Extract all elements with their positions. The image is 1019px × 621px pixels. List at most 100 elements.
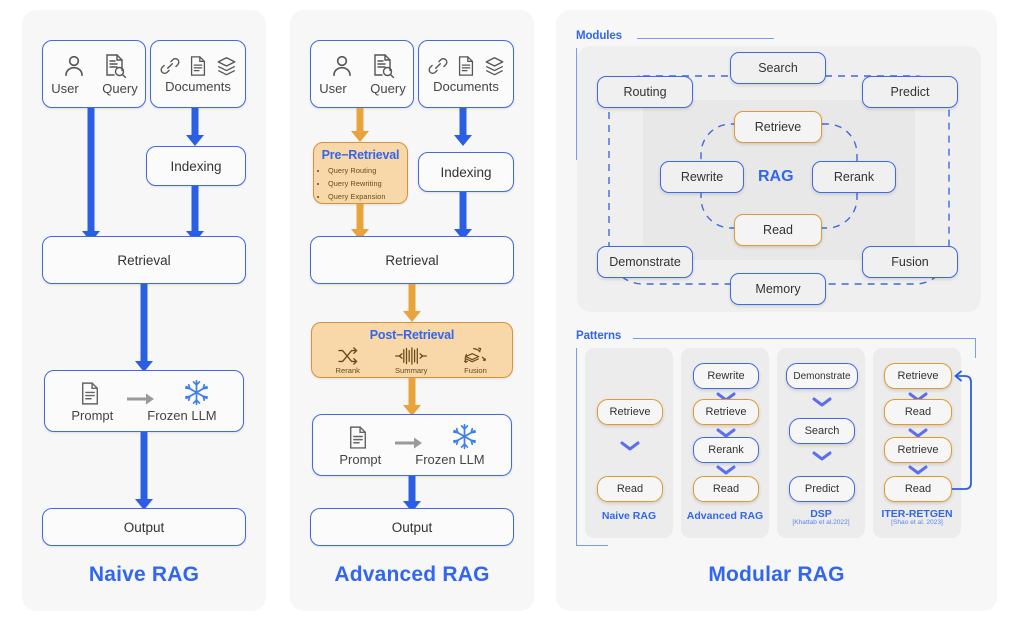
node-output[interactable]: Output	[42, 508, 246, 546]
label-prompt: Prompt	[71, 408, 114, 423]
label-rerank: Rerank	[335, 366, 360, 375]
pattern-step-read[interactable]: Read	[884, 476, 952, 502]
user-icon	[61, 53, 87, 79]
label-indexing: Indexing	[440, 164, 492, 180]
pattern-step-rewrite[interactable]: Rewrite	[693, 363, 759, 389]
label-step: Retrieve	[897, 370, 939, 382]
pattern-citation-dsp: [Khattab et al.2022]	[792, 519, 850, 526]
node-retrieval-adv[interactable]: Retrieval	[310, 236, 514, 284]
node-user-query-adv[interactable]: User Query	[310, 40, 414, 108]
pattern-step-demonstrate[interactable]: Demonstrate	[786, 363, 858, 389]
pattern-step-read[interactable]: Read	[884, 399, 952, 425]
pattern-step-retrieve[interactable]: Retrieve	[693, 399, 759, 425]
patterns-header-line	[633, 338, 975, 340]
node-indexing[interactable]: Indexing	[146, 146, 246, 186]
node-prompt-frozen-llm-adv[interactable]: Prompt Frozen LLM	[312, 414, 512, 476]
module-search[interactable]: Search	[730, 52, 826, 84]
snowflake-icon	[451, 423, 478, 450]
label-rerank: Rerank	[833, 170, 875, 184]
patterns-bracket-bottom	[576, 545, 608, 547]
pattern-step-search[interactable]: Search	[789, 418, 855, 444]
label-user: User	[319, 80, 347, 96]
chevron-down-icon	[811, 396, 833, 408]
label-step: Read	[904, 483, 932, 495]
panel-title-modular-rag: Modular RAG	[708, 563, 845, 586]
module-predict[interactable]: Predict	[862, 76, 958, 108]
module-read[interactable]: Read	[734, 214, 822, 246]
pattern-step-rerank[interactable]: Rerank	[693, 437, 759, 463]
module-routing[interactable]: Routing	[597, 76, 693, 108]
arrow-indexing-to-retrieval	[180, 186, 210, 242]
documents-label-row-adv: Documents	[433, 79, 499, 94]
pattern-caption-advanced: Advanced RAG	[686, 510, 764, 522]
module-rerank[interactable]: Rerank	[812, 161, 896, 193]
node-documents[interactable]: Documents	[150, 40, 246, 108]
pre-retrieval-item: Query Expansion	[328, 191, 407, 204]
node-prompt-frozen-llm[interactable]: Prompt Frozen LLM	[44, 370, 244, 432]
node-output-adv[interactable]: Output	[310, 508, 514, 546]
label-frozen-llm: Frozen LLM	[147, 408, 217, 423]
pattern-step-read[interactable]: Read	[693, 476, 759, 502]
iter-retgen-loop-arrow	[952, 370, 972, 490]
document-icon	[456, 55, 476, 77]
label-retrieval: Retrieval	[385, 252, 439, 268]
box-pre-retrieval[interactable]: Pre−Retrieval Query Routing Query Rewrit…	[313, 142, 408, 204]
arrow-documents-to-indexing-adv	[448, 108, 478, 146]
pattern-citation-iter-retgen: [Shao et al. 2023]	[891, 519, 943, 526]
node-documents-adv[interactable]: Documents	[418, 40, 514, 108]
label-rewrite: Rewrite	[680, 170, 724, 184]
pre-retrieval-item: Query Routing	[328, 165, 407, 178]
documents-icons	[159, 55, 238, 77]
label-step: Demonstrate	[793, 370, 851, 382]
link-icon	[427, 55, 449, 77]
compress-icon	[395, 347, 428, 365]
documents-icons-adv	[427, 55, 506, 77]
pattern-step-retrieve[interactable]: Retrieve	[597, 399, 663, 425]
query-document-search-icon	[103, 53, 127, 79]
label-read: Read	[763, 223, 793, 237]
module-fusion[interactable]: Fusion	[862, 246, 958, 278]
label-step: Retrieve	[897, 444, 939, 456]
label-retrieval: Retrieval	[117, 252, 171, 268]
arrow-query-to-retrieval	[76, 108, 106, 242]
label-retrieve: Retrieve	[754, 120, 802, 134]
label-prompt: Prompt	[339, 452, 382, 467]
label-step: Retrieve	[609, 406, 651, 418]
arrow-pre-retrieval-to-retrieval	[345, 204, 375, 240]
label-search: Search	[758, 61, 798, 75]
user-query-icons-adv	[329, 53, 395, 79]
label-step: Read	[616, 483, 644, 495]
section-label-patterns: Patterns	[576, 330, 622, 342]
node-retrieval[interactable]: Retrieval	[42, 236, 246, 284]
module-retrieve[interactable]: Retrieve	[734, 111, 822, 143]
label-user: User	[51, 80, 79, 96]
user-query-labels-adv: User Query	[316, 81, 408, 96]
pattern-step-retrieve[interactable]: Retrieve	[884, 363, 952, 389]
pattern-step-predict[interactable]: Predict	[789, 476, 855, 502]
chevron-down-icon	[619, 440, 641, 452]
pre-retrieval-title: Pre−Retrieval	[321, 148, 400, 162]
post-retrieval-items: Rerank Summary Fusion	[312, 346, 512, 375]
label-step: Read	[712, 483, 740, 495]
pattern-step-read[interactable]: Read	[597, 476, 663, 502]
label-documents: Documents	[433, 78, 499, 94]
module-demonstrate[interactable]: Demonstrate	[597, 246, 693, 278]
box-post-retrieval[interactable]: Post−Retrieval Rerank Summary Fusion	[311, 322, 513, 378]
layers-icon	[215, 55, 238, 77]
node-user-query[interactable]: User Query	[42, 40, 146, 108]
patterns-bracket-left	[576, 348, 578, 546]
pattern-step-retrieve[interactable]: Retrieve	[884, 437, 952, 463]
pre-retrieval-item: Query Rewriting	[328, 178, 407, 191]
panel-title-advanced-rag: Advanced RAG	[334, 563, 490, 586]
modules-header-line	[637, 38, 774, 40]
arrow-indexing-to-retrieval-adv	[448, 192, 478, 240]
label-step: Retrieve	[705, 406, 747, 418]
node-indexing-adv[interactable]: Indexing	[418, 152, 514, 192]
layers-icon	[483, 55, 506, 77]
label-predict: Predict	[890, 85, 930, 99]
module-rewrite[interactable]: Rewrite	[660, 161, 744, 193]
module-memory[interactable]: Memory	[730, 273, 826, 305]
fusion-stack-icon	[462, 346, 488, 365]
post-retrieval-item-summary: Summary	[395, 347, 428, 375]
label-step: Read	[904, 406, 932, 418]
